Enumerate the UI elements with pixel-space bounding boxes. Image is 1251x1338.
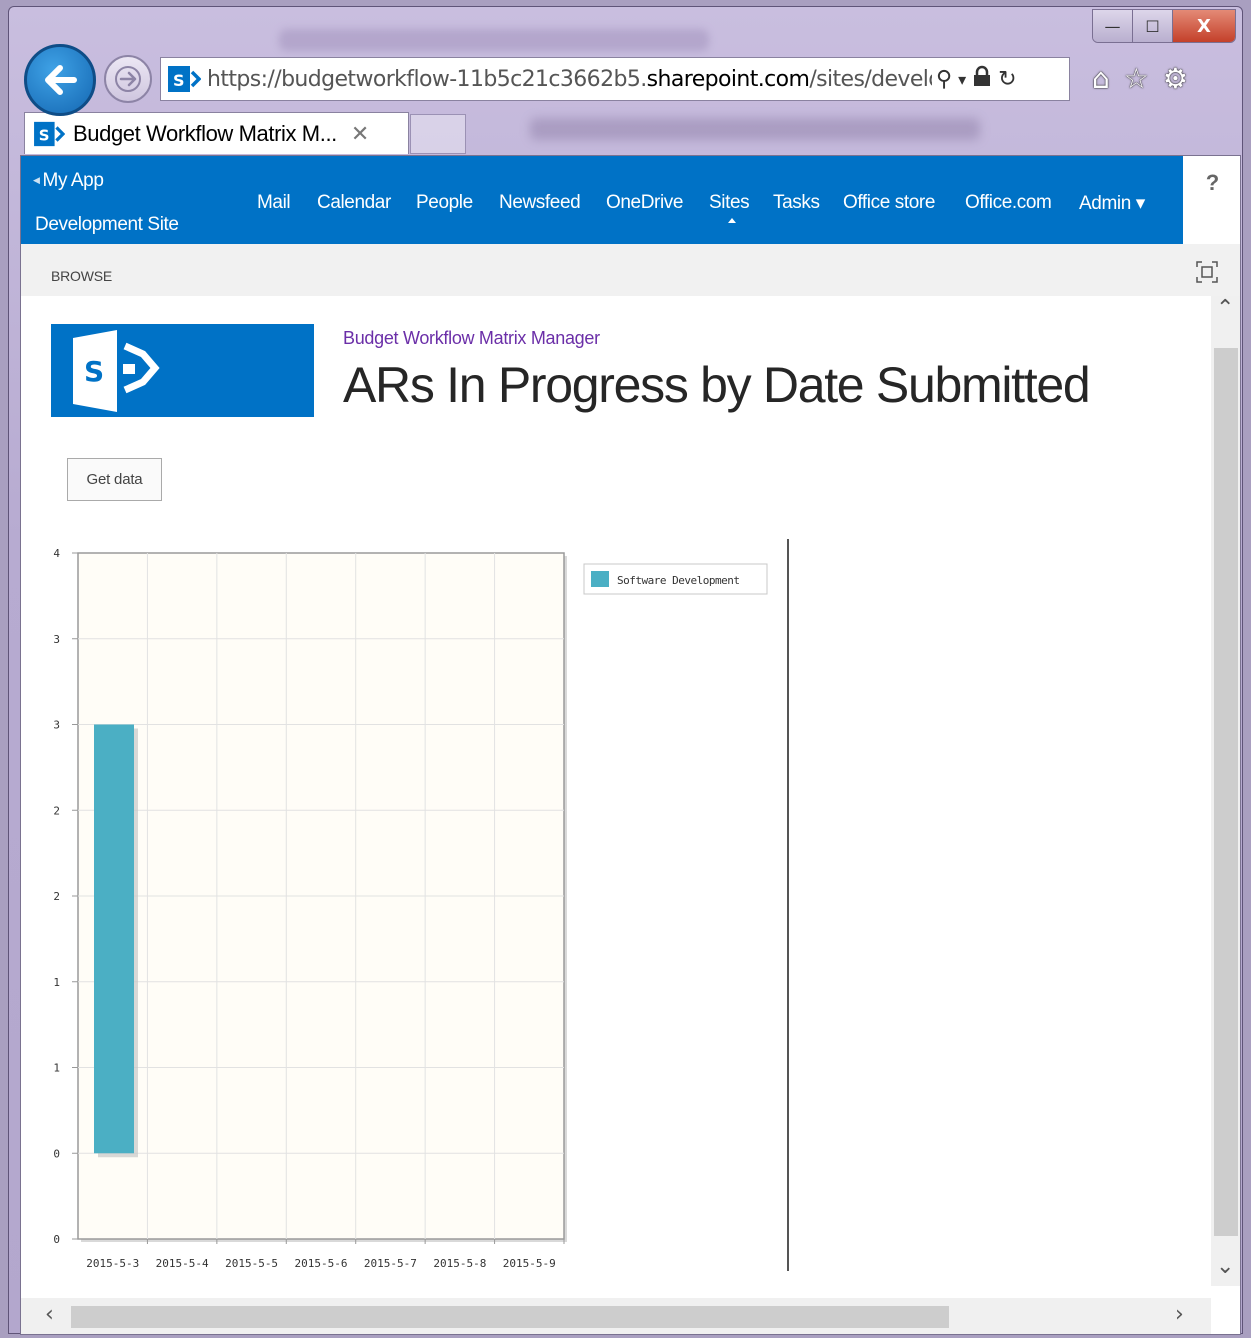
my-app-link[interactable]: ◀ My App [33,170,104,192]
bar [94,724,134,1154]
nav-calendar[interactable]: Calendar [317,192,391,214]
search-icon[interactable]: ⚲ [936,67,952,92]
svg-text:S: S [39,126,50,144]
my-app-label: My App [42,170,104,191]
ribbon: BROWSE [21,244,1240,296]
nav-tasks[interactable]: Tasks [773,192,820,214]
sharepoint-logo-icon: S [73,330,160,412]
nav-newsfeed[interactable]: Newsfeed [499,192,581,214]
legend-label: Software Development [617,574,739,587]
scroll-up-icon[interactable]: ⌃ [1216,296,1234,321]
home-icon[interactable]: ⌂ [1092,62,1110,95]
back-button[interactable] [24,44,96,116]
nav-people[interactable]: People [416,192,473,214]
nav-sites[interactable]: Sites [709,192,750,214]
back-arrow-icon [45,65,77,95]
refresh-icon[interactable]: ↻ [998,67,1016,92]
tools-gear-icon[interactable]: ⚙ [1163,62,1188,95]
blurred-favorites-bar [530,118,980,140]
dropdown-icon[interactable]: ▾ [958,70,966,89]
forward-arrow-icon [115,66,141,92]
nav-office-com[interactable]: Office.com [965,192,1052,214]
y-tick-label: 4 [53,547,60,560]
url-text[interactable]: https://budgetworkflow-11b5c21c3662b5.sh… [207,67,932,92]
x-tick-label: 2015-5-5 [225,1257,278,1270]
nav-mail[interactable]: Mail [257,192,291,214]
legend-swatch [591,571,609,587]
page-viewport: ◀ My App Development Site Mail Calendar P… [20,155,1241,1335]
maximize-button[interactable]: ☐ [1133,10,1173,42]
svg-text:S: S [84,355,104,388]
lock-icon[interactable] [972,65,992,93]
active-nav-indicator [728,218,736,223]
svg-text:S: S [173,71,185,90]
y-tick-label: 0 [53,1233,60,1246]
vertical-scrollbar[interactable]: ⌃ ⌄ [1211,296,1240,1286]
suite-bar: ◀ My App Development Site Mail Calendar P… [21,156,1183,244]
x-tick-label: 2015-5-8 [433,1257,486,1270]
lock-glyph [974,65,991,86]
y-tick-label: 1 [53,1062,60,1075]
y-tick-label: 2 [53,890,60,903]
minimize-button[interactable]: — [1093,10,1133,42]
address-bar-icons: ⚲ ▾ ↻ [936,65,1017,93]
page-title: ARs In Progress by Date Submitted [343,357,1091,413]
nav-admin[interactable]: Admin ▾ [1079,192,1145,215]
window-controls: — ☐ X [1092,9,1236,43]
y-tick-label: 3 [53,633,60,646]
x-tick-label: 2015-5-4 [156,1257,209,1270]
x-tick-label: 2015-5-9 [503,1257,556,1270]
site-title-link[interactable]: Budget Workflow Matrix Manager [343,328,600,349]
close-window-button[interactable]: X [1173,10,1235,42]
address-bar[interactable]: S https://budgetworkflow-11b5c21c3662b5.… [160,57,1070,101]
site-name[interactable]: Development Site [35,214,179,236]
focus-on-content-icon[interactable] [1195,260,1219,284]
tab-title: Budget Workflow Matrix M... [73,120,337,146]
favorites-star-icon[interactable]: ☆ [1124,62,1149,95]
y-tick-label: 2 [53,804,60,817]
url-path: /sites/develo [809,66,932,92]
horizontal-scroll-thumb[interactable] [71,1306,949,1328]
new-tab-button[interactable] [410,114,466,154]
scroll-right-icon[interactable]: › [1175,1302,1184,1327]
browser-toolbar-icons: ⌂ ☆ ⚙ [1092,62,1188,95]
tab-close-icon[interactable]: ✕ [351,121,369,147]
sharepoint-logo[interactable]: S [51,324,314,417]
forward-button[interactable] [104,55,152,103]
nav-office-store[interactable]: Office store [843,192,935,214]
url-subdomain: budgetworkflow-11b5c21c3662b5. [281,66,647,92]
browser-tab-active[interactable]: S Budget Workflow Matrix M... ✕ [24,112,409,154]
back-triangle-icon: ◀ [33,175,40,186]
y-tick-label: 3 [53,719,60,732]
y-tick-label: 1 [53,976,60,989]
x-tick-label: 2015-5-7 [364,1257,417,1270]
window-title-blurred [279,29,709,51]
url-domain: sharepoint.com [646,66,810,92]
chart-divider [787,539,789,1271]
chart: 0 0 1 1 2 2 3 3 4 2015-5-3 2015-5-4 2015-5-5 2015-5-… [53,547,768,1270]
scroll-left-icon[interactable]: ‹ [45,1302,54,1327]
get-data-button[interactable]: Get data [67,458,162,501]
ribbon-tab-browse[interactable]: BROWSE [51,268,112,284]
x-tick-label: 2015-5-6 [295,1257,348,1270]
url-scheme: https:// [207,66,282,92]
nav-onedrive[interactable]: OneDrive [606,192,683,214]
horizontal-scrollbar[interactable]: ‹ › [21,1298,1211,1334]
vertical-scroll-thumb[interactable] [1214,348,1238,1236]
y-tick-label: 0 [53,1147,60,1160]
help-button[interactable]: ? [1183,156,1240,244]
x-tick-label: 2015-5-3 [86,1257,139,1270]
sharepoint-tab-icon: S [34,121,65,146]
scroll-down-icon[interactable]: ⌄ [1216,1254,1234,1279]
sharepoint-favicon-icon: S [168,66,201,92]
